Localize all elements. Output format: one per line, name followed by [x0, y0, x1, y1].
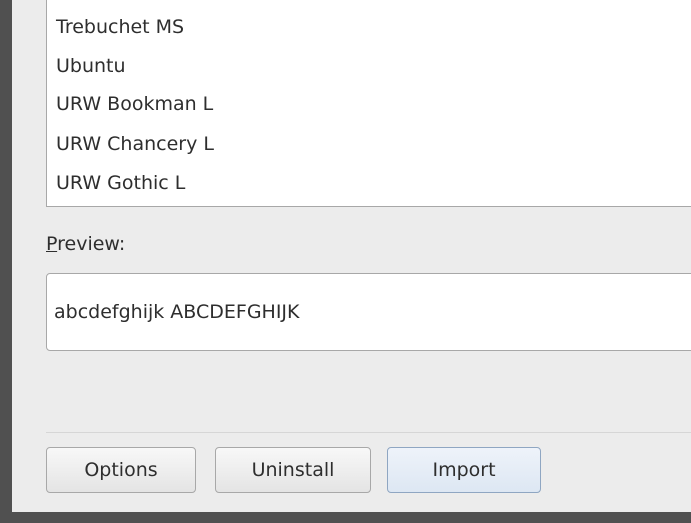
font-list-item[interactable]: Trebuchet MS [56, 15, 184, 39]
options-button[interactable]: Options [46, 447, 196, 493]
font-list[interactable]: Trebuchet MS Ubuntu URW Bookman L URW Ch… [46, 0, 691, 207]
font-list-item[interactable]: Ubuntu [56, 54, 126, 78]
preview-label: Preview: [46, 232, 125, 256]
font-list-item[interactable]: URW Bookman L [56, 92, 213, 116]
font-list-item[interactable]: URW Gothic L [56, 171, 185, 195]
font-manager-dialog: Trebuchet MS Ubuntu URW Bookman L URW Ch… [0, 0, 691, 523]
import-button[interactable]: Import [387, 447, 541, 493]
button-separator [46, 432, 691, 433]
preview-sample-text[interactable]: abcdefghijk ABCDEFGHIJK [54, 300, 300, 324]
preview-field[interactable]: abcdefghijk ABCDEFGHIJK [46, 273, 691, 351]
uninstall-button[interactable]: Uninstall [215, 447, 371, 493]
font-list-item[interactable]: URW Chancery L [56, 132, 214, 156]
preview-label-text: review: [57, 233, 126, 255]
preview-label-mnemonic: P [46, 233, 58, 255]
window-left-border [0, 0, 12, 523]
window-bottom-border [0, 512, 691, 523]
